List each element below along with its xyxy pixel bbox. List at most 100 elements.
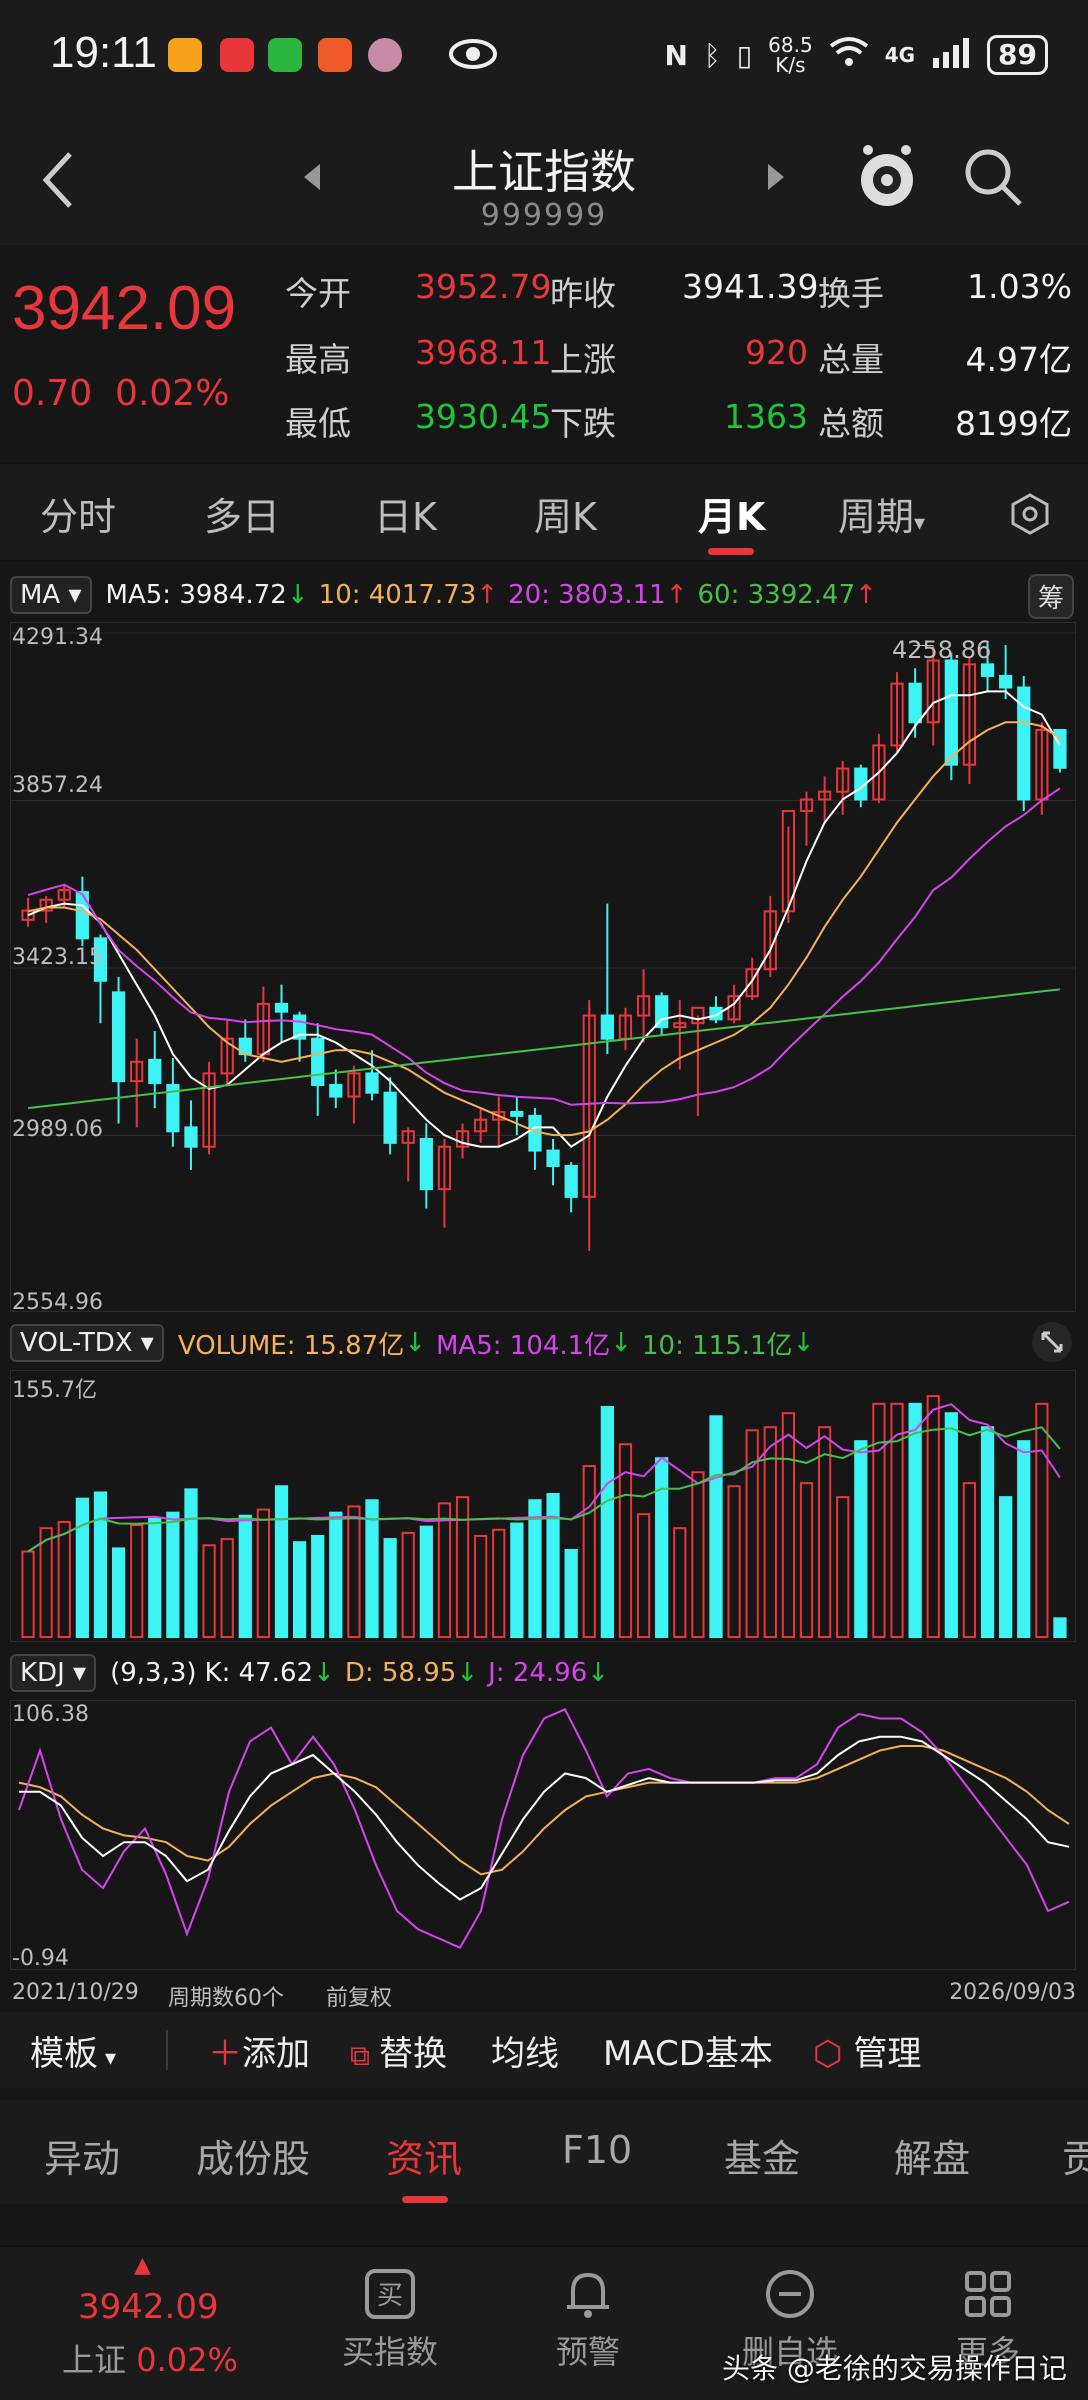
quote-panel: 3942.09 0.70 0.02% 今开 3952.79 昨收 3941.39…: [0, 245, 1088, 460]
low-value: 3930.45: [415, 397, 552, 436]
tab-abnormal[interactable]: 异动: [44, 2128, 120, 2183]
ma5-value: MA5: 3984.72: [105, 580, 287, 610]
down-arrow-icon: ↓: [404, 1328, 426, 1358]
tab-contribution[interactable]: 贡: [1062, 2128, 1088, 2183]
tab-intraday[interactable]: 分时: [40, 486, 116, 541]
period-tabs: 分时 多日 日K 周K 月K 周期▾: [0, 462, 1088, 562]
candle-body: [546, 1149, 560, 1168]
manage-button[interactable]: ⬡ 管理: [813, 2026, 922, 2075]
dropdown-caret-icon: ▾: [914, 511, 926, 536]
volume-bar: [727, 1485, 741, 1639]
volume-bar: [184, 1488, 198, 1638]
volume-bar: [962, 1482, 977, 1638]
kline-chart[interactable]: [10, 622, 1077, 1312]
volume-bar: [130, 1524, 144, 1638]
volume-bar: [437, 1502, 452, 1638]
volume-bar: [999, 1496, 1013, 1639]
candle-body: [274, 1002, 289, 1013]
tab-daily-k[interactable]: 日K: [374, 486, 437, 541]
candle-body: [564, 1165, 578, 1198]
kdj-y-label-top: 106.38: [12, 1702, 89, 1727]
info-tabs: 异动 成份股 资讯 F10 基金 解盘 贡: [0, 2100, 1088, 2204]
volume-ma5-line: [27, 1403, 1061, 1553]
tab-news[interactable]: 资讯: [386, 2128, 462, 2183]
eye-icon: [448, 34, 498, 78]
kdj-k-value: K: 47.62: [204, 1658, 314, 1688]
volume-bar: [383, 1538, 397, 1638]
macd-button[interactable]: MACD基本: [603, 2026, 773, 2075]
kdj-params: (9,3,3): [110, 1658, 197, 1688]
time-axis: 2021/10/29 周期数60个 前复权 2026/09/03: [0, 1972, 1088, 2012]
down-arrow-icon: ↓: [313, 1658, 335, 1688]
tab-funds[interactable]: 基金: [724, 2128, 800, 2183]
candle-body: [980, 663, 995, 677]
high-label: 最高: [285, 340, 351, 379]
bottom-index-info[interactable]: 上证 0.02%: [62, 2335, 238, 2381]
volume-bar: [329, 1511, 343, 1638]
replace-icon: ⧉: [350, 2038, 379, 2072]
expand-up-icon[interactable]: ▲: [134, 2253, 151, 2278]
mascot-icon[interactable]: [854, 140, 920, 216]
tab-period-dropdown[interactable]: 周期▾: [838, 486, 925, 541]
next-stock-button[interactable]: [764, 162, 788, 196]
volume-bar: [419, 1525, 433, 1638]
volume-selector-button[interactable]: VOL-TDX ▾: [10, 1324, 164, 1362]
search-icon[interactable]: [962, 146, 1024, 212]
ma-settings-button[interactable]: 均线: [491, 2026, 559, 2075]
candle-body: [148, 1058, 162, 1085]
alert-button[interactable]: 预警: [508, 2267, 668, 2373]
tab-analysis[interactable]: 解盘: [894, 2128, 970, 2183]
ma60-value: 60: 3392.47: [697, 580, 856, 610]
tab-multi-day[interactable]: 多日: [204, 486, 280, 541]
kline-y-label-3: 3423.15: [12, 945, 103, 970]
chip-distribution-button[interactable]: 筹: [1027, 574, 1074, 619]
volume-bar: [1017, 1440, 1031, 1638]
volume-bar: [836, 1496, 850, 1639]
tab-f10[interactable]: F10: [562, 2128, 632, 2172]
axis-end-date: 2026/09/03: [949, 1980, 1076, 2005]
volume-bar: [980, 1426, 995, 1638]
app-notification-icon: [168, 38, 202, 72]
bottom-price[interactable]: 3942.09: [78, 2287, 219, 2327]
add-button[interactable]: ＋添加: [208, 2026, 310, 2075]
volume-ma10-value: 10: 115.1亿: [642, 1330, 793, 1361]
tab-monthly-k[interactable]: 月K: [698, 486, 765, 541]
tab-weekly-k[interactable]: 周K: [534, 486, 597, 541]
watermark: 头条 @老徐的交易操作日记: [722, 2352, 1067, 2385]
tab-components[interactable]: 成份股: [196, 2128, 310, 2183]
volume-bar: [111, 1547, 126, 1639]
volume-bar: [1035, 1402, 1049, 1638]
dropdown-caret-icon: ▾: [73, 1658, 87, 1688]
volume-bar: [709, 1415, 723, 1638]
replace-button[interactable]: ⧉ 替换: [350, 2026, 447, 2075]
buy-index-button[interactable]: 买 买指数: [310, 2267, 470, 2373]
ma-selector-button[interactable]: MA ▾: [10, 576, 92, 614]
ma20-line: [27, 787, 1061, 1106]
stock-code: 999999: [480, 198, 608, 233]
kdj-indicator-row: KDJ ▾ (9,3,3) K: 47.62 ↓ D: 58.95 ↓ J: 24.…: [0, 1648, 1088, 1698]
kdj-chart[interactable]: [10, 1700, 1076, 1970]
kdj-d-value: D: 58.95: [344, 1658, 457, 1688]
candle-body: [365, 1072, 379, 1094]
vibrate-icon: ▯: [736, 38, 753, 72]
volume-bar: [311, 1534, 325, 1638]
volume-bar: [944, 1412, 958, 1639]
up-arrow-icon: ↑: [855, 580, 877, 610]
kdj-selector-button[interactable]: KDJ ▾: [10, 1654, 97, 1692]
volume-bar: [636, 1513, 651, 1638]
template-dropdown[interactable]: 模板 ▾: [30, 2026, 116, 2075]
volume-bar: [202, 1544, 216, 1638]
candle-body: [908, 682, 922, 724]
volume-bar: [546, 1493, 560, 1638]
candle-body: [383, 1091, 397, 1144]
turnover-value: 1.03%: [967, 267, 1072, 306]
kline-y-label-bottom: 2554.96: [12, 1290, 103, 1315]
volume-chart[interactable]: [10, 1370, 1076, 1642]
volume-bar: [582, 1465, 596, 1639]
bell-icon: [567, 2272, 609, 2318]
settings-hexagon-icon[interactable]: [1008, 492, 1052, 540]
volume-bar: [492, 1528, 506, 1638]
volume-indicator-row: VOL-TDX ▾ VOLUME: 15.87亿 ↓ MA5: 104.1亿 ↓ 1…: [0, 1318, 1088, 1368]
expand-icon[interactable]: [1030, 1320, 1074, 1371]
volume-bar: [148, 1517, 162, 1638]
